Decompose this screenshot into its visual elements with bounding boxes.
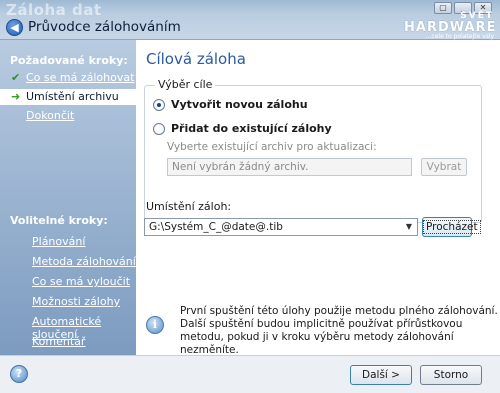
backup-location-value: G:\Systém_C_@date@.tib bbox=[149, 221, 283, 233]
existing-archive-hint: Vyberte existující archiv pro aktualizac… bbox=[167, 141, 377, 153]
sidebar-item-backup-method[interactable]: Metoda zálohování bbox=[32, 255, 136, 268]
radio-create-new[interactable]: Vytvořit novou zálohu bbox=[153, 98, 308, 111]
select-archive-button: Vybrat bbox=[421, 158, 467, 176]
sidebar-item-archive-location[interactable]: ➜ Umístění archivu bbox=[0, 89, 136, 105]
sidebar-item-label: Co se má zálohovat bbox=[26, 71, 135, 84]
wizard-footer: ? Další > Storno bbox=[0, 355, 500, 393]
help-icon[interactable]: ? bbox=[10, 365, 28, 383]
back-arrow-icon[interactable]: ◀ bbox=[6, 19, 23, 36]
sidebar-item-label: Dokončit bbox=[26, 109, 75, 122]
backup-location-label: Umístění záloh: bbox=[146, 200, 232, 213]
sidebar-item-label: Umístění archivu bbox=[26, 90, 119, 103]
brand-logo: SVĚT HARDWARE ...cele to polatejte vsly bbox=[404, 12, 495, 40]
radio-label: Přidat do existující zálohy bbox=[171, 122, 332, 135]
sidebar-item-scheduling[interactable]: Plánování bbox=[32, 235, 85, 248]
sidebar-item-backup-options[interactable]: Možnosti zálohy bbox=[32, 295, 120, 308]
chevron-down-icon[interactable]: ▼ bbox=[403, 220, 415, 234]
radio-label: Vytvořit novou zálohu bbox=[171, 98, 308, 111]
cancel-button[interactable]: Storno bbox=[420, 365, 482, 385]
sidebar-item-comment[interactable]: Komentář bbox=[32, 335, 85, 348]
check-icon: ✔ bbox=[11, 71, 21, 84]
radio-unchecked-icon[interactable] bbox=[153, 122, 165, 135]
backup-location-combo[interactable]: G:\Systém_C_@date@.tib ▼ bbox=[144, 218, 418, 236]
info-message: První spuštění této úlohy použije metodu… bbox=[180, 305, 498, 356]
optional-steps-heading: Volitelné kroky: bbox=[10, 214, 108, 227]
wizard-sidebar: Požadované kroky: ✔ Co se má zálohovat ➜… bbox=[0, 40, 136, 355]
browse-button[interactable]: Procházet bbox=[422, 217, 481, 237]
info-icon: i bbox=[146, 316, 164, 334]
next-button[interactable]: Další > bbox=[350, 365, 412, 385]
existing-archive-field: Není vybrán žádný archiv. bbox=[167, 158, 412, 176]
arrow-right-icon: ➜ bbox=[11, 90, 21, 103]
radio-checked-icon[interactable] bbox=[153, 98, 165, 111]
group-legend: Výběr cíle bbox=[155, 78, 216, 91]
sidebar-item-exclusions[interactable]: Co se má vyloučit bbox=[32, 275, 130, 288]
page-title: Cílová záloha bbox=[146, 50, 246, 68]
sidebar-item-finish[interactable]: Dokončit bbox=[0, 108, 136, 124]
browse-button-label: Procházet bbox=[423, 220, 481, 234]
sidebar-item-what-to-backup[interactable]: ✔ Co se má zálohovat bbox=[0, 70, 136, 86]
main-panel: Cílová záloha Výběr cíle Vytvořit novou … bbox=[136, 40, 500, 356]
app-title-watermark: Záloha dat bbox=[6, 1, 102, 19]
required-steps-heading: Požadované kroky: bbox=[10, 54, 128, 67]
window-title: Průvodce zálohováním bbox=[28, 19, 181, 35]
title-bar: Záloha dat ◀ Průvodce zálohováním ▢ _ ✕ … bbox=[0, 0, 500, 40]
radio-add-existing[interactable]: Přidat do existující zálohy bbox=[153, 122, 332, 135]
